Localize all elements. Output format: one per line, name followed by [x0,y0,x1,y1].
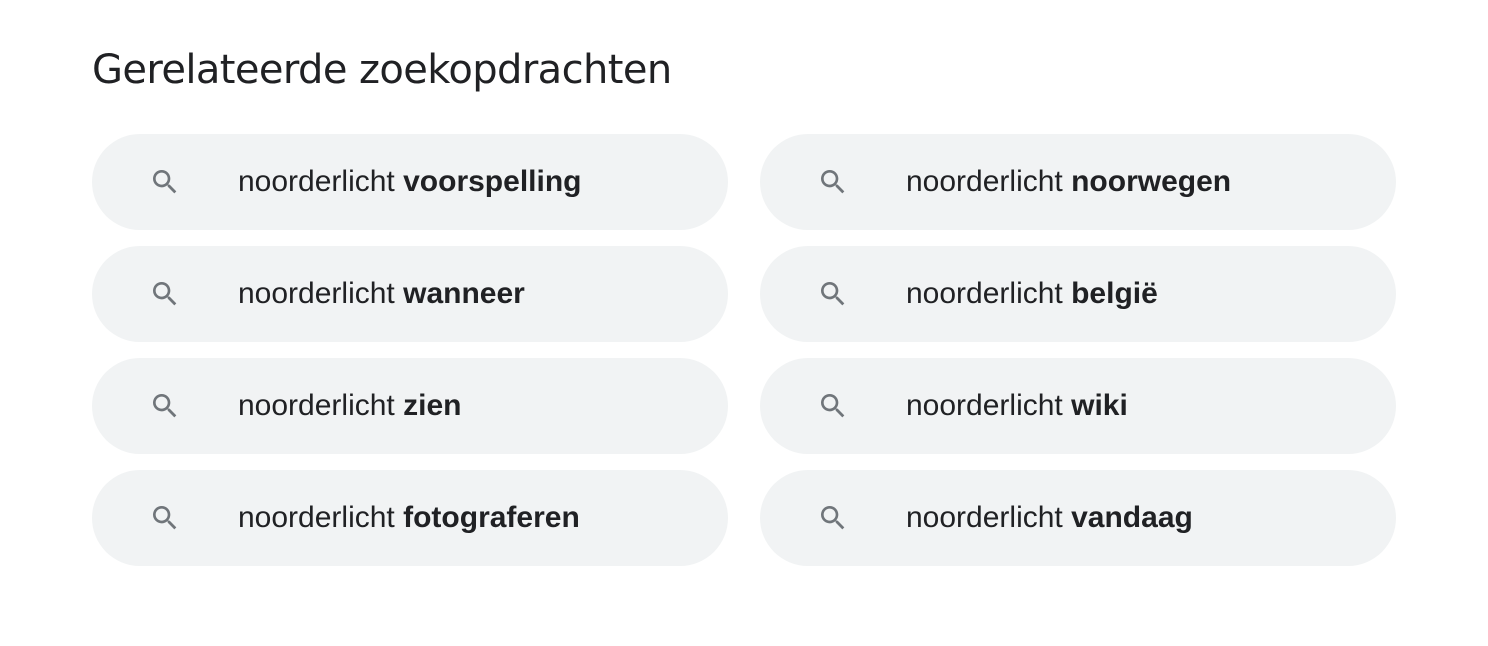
related-search-label: noorderlicht noorwegen [906,164,1231,200]
related-searches-grid: noorderlicht voorspelling noorderlicht n… [92,134,1396,566]
query-base: noorderlicht [238,501,395,534]
query-suffix: zien [403,389,462,422]
query-base: noorderlicht [906,389,1063,422]
search-icon [149,502,181,534]
query-suffix: wanneer [403,277,525,310]
related-search-label: noorderlicht belgië [906,276,1158,312]
related-search-label: noorderlicht fotograferen [238,500,580,536]
query-suffix: belgië [1071,277,1158,310]
related-search-chip[interactable]: noorderlicht noorwegen [760,134,1396,230]
related-search-chip[interactable]: noorderlicht fotograferen [92,470,728,566]
related-search-chip[interactable]: noorderlicht zien [92,358,728,454]
query-base: noorderlicht [238,277,395,310]
query-base: noorderlicht [238,389,395,422]
query-suffix: vandaag [1071,501,1193,534]
related-search-label: noorderlicht voorspelling [238,164,581,200]
search-icon [149,278,181,310]
query-suffix: voorspelling [403,165,582,198]
related-searches-section: Gerelateerde zoekopdrachten noorderlicht… [0,0,1488,646]
query-base: noorderlicht [906,501,1063,534]
related-search-label: noorderlicht wanneer [238,276,525,312]
related-search-label: noorderlicht zien [238,388,461,424]
related-search-chip[interactable]: noorderlicht wiki [760,358,1396,454]
query-suffix: noorwegen [1071,165,1232,198]
section-heading: Gerelateerde zoekopdrachten [92,47,672,93]
related-search-chip[interactable]: noorderlicht belgië [760,246,1396,342]
related-search-label: noorderlicht wiki [906,388,1128,424]
query-base: noorderlicht [906,277,1063,310]
query-base: noorderlicht [906,165,1063,198]
search-icon [149,390,181,422]
search-icon [817,166,849,198]
query-base: noorderlicht [238,165,395,198]
related-search-chip[interactable]: noorderlicht vandaag [760,470,1396,566]
related-search-label: noorderlicht vandaag [906,500,1193,536]
search-icon [817,390,849,422]
related-search-chip[interactable]: noorderlicht voorspelling [92,134,728,230]
search-icon [817,278,849,310]
query-suffix: fotograferen [403,501,580,534]
query-suffix: wiki [1071,389,1128,422]
related-search-chip[interactable]: noorderlicht wanneer [92,246,728,342]
search-icon [817,502,849,534]
search-icon [149,166,181,198]
